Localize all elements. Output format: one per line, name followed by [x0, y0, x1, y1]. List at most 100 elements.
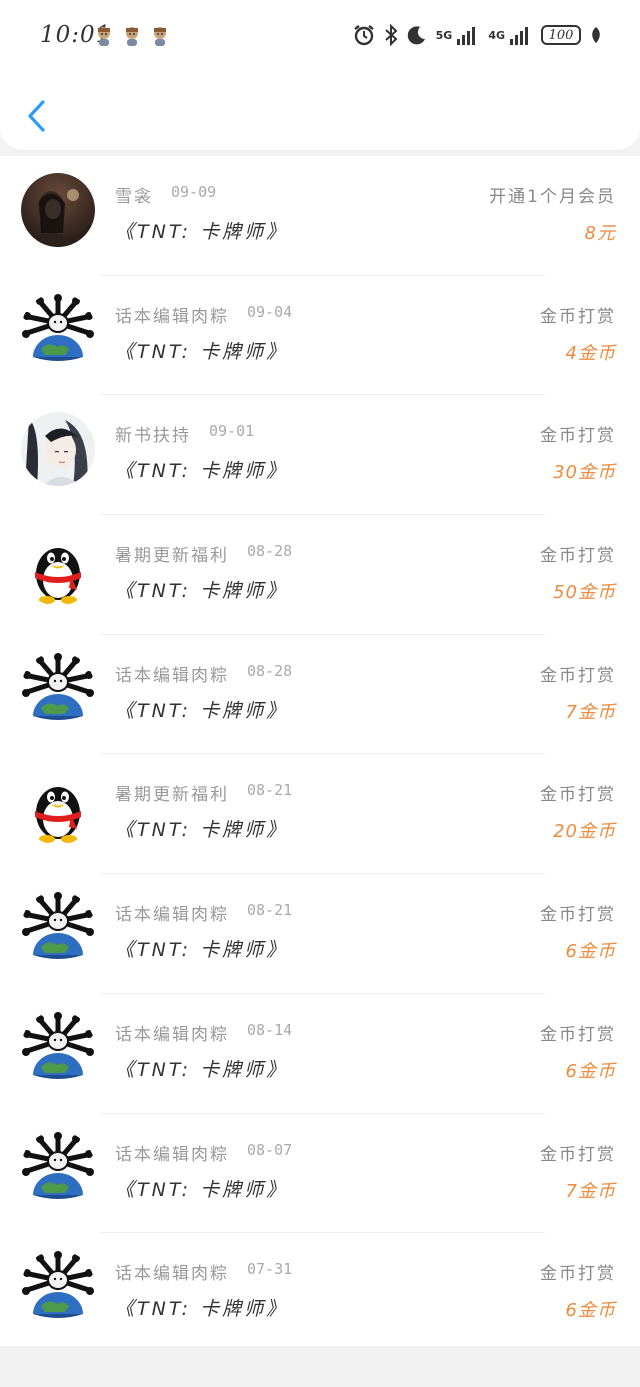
header: 10:01 5G 4G 100: [0, 0, 640, 150]
record-title: 话本编辑肉粽: [115, 1024, 229, 1045]
record-title: 暑期更新福利: [115, 785, 229, 806]
avatar: [21, 532, 95, 607]
system-icons: 5G 4G 100: [353, 24, 602, 46]
network-5g-label: 5G: [435, 28, 453, 42]
record-book: 《TNT: 卡牌师》: [115, 221, 289, 243]
record-amount: 7金币: [565, 1180, 616, 1202]
record-type: 金币打赏: [540, 1024, 616, 1045]
avatar: [21, 1010, 95, 1085]
record-amount: 7金币: [565, 701, 616, 723]
moon-icon: [407, 26, 425, 45]
record-book: 《TNT: 卡牌师》: [115, 460, 289, 483]
record-type: 金币打赏: [540, 785, 616, 806]
record-amount: 4金币: [565, 342, 616, 364]
record-row[interactable]: 话本编辑肉粽 07-31 《TNT: 卡牌师》 金币打赏 6金币: [0, 1233, 640, 1353]
record-row[interactable]: 话本编辑肉粽 08-07 《TNT: 卡牌师》 金币打赏 7金币: [0, 1114, 640, 1234]
record-title: 话本编辑肉粽: [115, 665, 229, 686]
record-type: 开通1个月会员: [489, 187, 616, 207]
record-amount: 6金币: [565, 941, 616, 963]
record-row[interactable]: 新书扶持 09-01 《TNT: 卡牌师》 金币打赏 30金币: [0, 395, 640, 516]
record-book: 《TNT: 卡牌师》: [115, 939, 289, 962]
record-book: 《TNT: 卡牌师》: [115, 580, 289, 603]
chevron-left-icon: [28, 100, 45, 132]
record-date: 09-01: [209, 422, 255, 441]
signal-icon: [510, 27, 528, 45]
spider-globe-avatar-icon: [21, 651, 95, 726]
status-bar: 10:01 5G 4G 100: [0, 0, 640, 72]
spider-globe-avatar-icon: [21, 1010, 95, 1085]
record-row[interactable]: 暑期更新福利 08-21 《TNT: 卡牌师》 金币打赏 20金币: [0, 754, 640, 875]
record-row[interactable]: 暑期更新福利 08-28 《TNT: 卡牌师》 金币打赏 50金币: [0, 515, 640, 635]
footer-bar: [0, 1346, 640, 1387]
record-row[interactable]: 话本编辑肉粽 08-14 《TNT: 卡牌师》 金币打赏 6金币: [0, 994, 640, 1114]
record-row[interactable]: 雪衾 09-09 《TNT: 卡牌师》 开通1个月会员 8元: [0, 156, 640, 276]
avatar-notif-icon: [126, 27, 138, 46]
record-title: 话本编辑肉粽: [115, 306, 229, 327]
record-date: 08-07: [247, 1140, 293, 1159]
network-4g-label: 4G: [488, 28, 505, 42]
income-record-list: 雪衾 09-09 《TNT: 卡牌师》 开通1个月会员 8元 话本编辑肉粽 09…: [0, 156, 640, 1353]
record-type: 金币打赏: [540, 1264, 616, 1285]
spider-globe-avatar-icon: [21, 891, 95, 966]
spider-globe-avatar-icon: [21, 292, 95, 367]
record-amount: 20金币: [553, 821, 616, 843]
spider-globe-avatar-icon: [21, 1250, 95, 1325]
record-date: 09-09: [171, 183, 217, 201]
record-date: 08-14: [247, 1020, 293, 1039]
record-type: 金币打赏: [540, 905, 616, 926]
record-book: 《TNT: 卡牌师》: [115, 1298, 289, 1321]
avatar: [21, 651, 95, 726]
record-amount: 50金币: [553, 582, 616, 604]
notification-icons: [95, 26, 169, 46]
portrait-avatar-icon: [21, 173, 95, 247]
record-date: 09-04: [247, 302, 293, 321]
record-date: 08-28: [247, 542, 293, 561]
qq-penguin-avatar-icon: [21, 532, 95, 607]
record-type: 金币打赏: [540, 1144, 616, 1165]
record-title: 话本编辑肉粽: [115, 905, 229, 926]
record-date: 08-21: [247, 901, 293, 920]
record-row[interactable]: 话本编辑肉粽 09-04 《TNT: 卡牌师》 金币打赏 4金币: [0, 276, 640, 396]
record-book: 《TNT: 卡牌师》: [115, 340, 289, 363]
record-date: 08-21: [247, 781, 293, 800]
record-amount: 6金币: [565, 1060, 616, 1082]
record-book: 《TNT: 卡牌师》: [115, 699, 289, 722]
ink-portrait-avatar-icon: [21, 412, 95, 487]
avatar-notif-icon: [154, 27, 166, 46]
back-button[interactable]: [22, 98, 50, 134]
avatar: [21, 891, 95, 966]
record-book: 《TNT: 卡牌师》: [115, 819, 289, 842]
avatar-notif-icon: [98, 27, 110, 46]
avatar: [21, 1250, 95, 1325]
record-type: 金币打赏: [540, 426, 616, 447]
record-amount: 30金币: [553, 462, 616, 484]
battery-icon: 100: [541, 25, 581, 45]
avatar: [21, 771, 95, 846]
record-title: 暑期更新福利: [115, 546, 229, 567]
record-type: 金币打赏: [540, 546, 616, 567]
avatar: [21, 292, 95, 367]
record-title: 话本编辑肉粽: [115, 1264, 229, 1285]
record-type: 金币打赏: [540, 665, 616, 686]
signal-icon: [457, 27, 476, 45]
record-date: 07-31: [247, 1260, 293, 1279]
avatar: [21, 412, 95, 487]
record-row[interactable]: 话本编辑肉粽 08-28 《TNT: 卡牌师》 金币打赏 7金币: [0, 635, 640, 755]
avatar: [21, 1130, 95, 1205]
record-title: 雪衾: [115, 187, 153, 207]
bluetooth-icon: [384, 24, 398, 46]
record-type: 金币打赏: [540, 306, 616, 327]
avatar: [21, 173, 95, 247]
record-date: 08-28: [247, 661, 293, 680]
record-title: 新书扶持: [115, 426, 191, 447]
spider-globe-avatar-icon: [21, 1130, 95, 1205]
record-title: 话本编辑肉粽: [115, 1144, 229, 1165]
alarm-icon: [353, 25, 374, 46]
record-book: 《TNT: 卡牌师》: [115, 1178, 289, 1201]
record-amount: 8元: [584, 223, 616, 244]
qq-penguin-avatar-icon: [21, 771, 95, 846]
record-row[interactable]: 话本编辑肉粽 08-21 《TNT: 卡牌师》 金币打赏 6金币: [0, 874, 640, 994]
record-book: 《TNT: 卡牌师》: [115, 1058, 289, 1081]
record-amount: 6金币: [565, 1300, 616, 1322]
leaf-icon: [592, 27, 600, 43]
